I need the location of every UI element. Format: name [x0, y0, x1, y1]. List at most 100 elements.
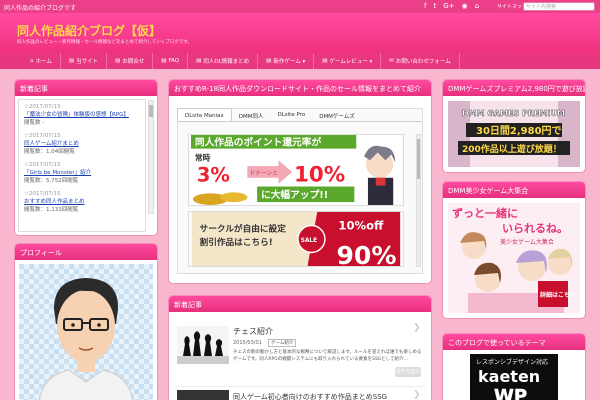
dmm-brand: DMM GAMES PREMIUM — [462, 109, 565, 118]
chevron-right-icon: ❯ — [413, 323, 421, 333]
site-tagline: 同人作品の紹介ブログです — [4, 5, 77, 12]
promo-tabs: DLsite Maniax DMM同人 DLsite Pro DMMゲームズ — [177, 108, 421, 122]
banner1-new-rate: 10% — [294, 163, 345, 188]
chevron-right-icon: ❯ — [413, 390, 421, 400]
article-excerpt: チェスの駒の動かし方と基本的な戦略について解説します。ルールを覚えれば誰でも楽し… — [233, 350, 422, 362]
tab-dmm-doujin[interactable]: DMM同人 — [232, 108, 271, 121]
banner2-off: 10%off — [338, 218, 384, 232]
news-scrollbar[interactable] — [148, 100, 154, 214]
banner-text2: いられるね。 — [502, 222, 568, 235]
widget-title: このブログで使っているテーマ — [443, 334, 585, 350]
article-title[interactable]: チェス紹介 — [233, 326, 273, 337]
profile-widget: プロフィール — [15, 244, 157, 400]
site-subtitle: 同人作品のレビュー・新作情報・セール情報などをまとめて紹介していくブログです。 — [17, 40, 192, 45]
dmm-bishoujo-banner[interactable]: ずっと一緒に いられるね。 美少女ゲーム大集合 詳細はこちら — [448, 203, 580, 313]
page-icon: ▤ — [68, 58, 75, 64]
widget-title: プロフィール — [15, 244, 157, 260]
list-item[interactable]: ☆2017/07/15 「魔法少女の冒険」体験版の感想【RPG】 閲覧数 - — [19, 100, 145, 129]
google-plus-icon[interactable]: G+ — [443, 2, 454, 10]
new-articles-section: 新着記事 チェス紹介 2015/03/01 ゲーム紹介 チェスの駒の動かし方と基… — [169, 296, 431, 400]
nav-item-dl-info[interactable]: ▤ 同人DL情報まとめ — [188, 53, 259, 69]
nav-label: 新作ゲーム ▾ — [273, 59, 306, 65]
article-date: 2015/03/01 — [233, 340, 262, 346]
page-icon: ▤ — [115, 58, 121, 64]
social-icons: f t G+ ◉ ⌂ — [424, 2, 479, 10]
promo-widget: おすすめR-18同人作品ダウンロードサイト・作品のセール情報をまとめて紹介 DL… — [169, 80, 431, 283]
scrollbar-thumb[interactable] — [417, 139, 420, 179]
post-title-link[interactable]: 同人ゲーム紹介まとめ — [24, 140, 142, 148]
search-input[interactable]: サイト内検索 — [523, 2, 595, 11]
banner-text1: ずっと一緒に — [452, 206, 518, 220]
list-item[interactable]: ☆2017/07/15 同人ゲーム紹介まとめ 閲覧数：1,04回閲覧 — [19, 129, 145, 158]
page-icon: ▤ — [322, 58, 328, 64]
promo-scrollbar[interactable] — [416, 134, 421, 267]
home-icon[interactable]: ⌂ — [475, 2, 479, 10]
banner1-line2: 常時 — [195, 152, 211, 162]
nav-item-home[interactable]: ⌂ ホーム — [22, 53, 61, 69]
theme-logo1: kaeten — [478, 367, 540, 386]
widget-title: DMM美少女ゲーム大集合 — [443, 182, 585, 198]
tab-dmm-games[interactable]: DMMゲームズ — [312, 108, 362, 121]
new-posts-widget: 新着記事 ☆2017/07/15 「魔法少女の冒険」体験版の感想【RPG】 閲覧… — [15, 80, 157, 235]
nav-label: ゲームレビュー ▾ — [329, 59, 373, 65]
site-title[interactable]: 同人作品紹介ブログ【仮】 — [17, 22, 161, 39]
dmm-premium-widget: DMMゲームズプレミアム2,980円で遊び放題 DMM GAMES PREMIU… — [443, 80, 585, 172]
page-icon: ▤ — [196, 58, 202, 64]
banner1-tail: に大幅アップ!! — [261, 188, 328, 201]
banner2-line1: サークルが自由に設定 — [200, 222, 287, 234]
theme-caption: レスポンシブデザイン対応 — [476, 358, 548, 366]
read-more-button[interactable]: 続きを読む — [395, 367, 421, 377]
post-title-link[interactable]: 「Girls be Monster」紹介 — [24, 169, 142, 177]
banner2-big: 90% — [337, 241, 397, 267]
theme-widget: このブログで使っているテーマ レスポンシブデザイン対応 kaeten WP — [443, 334, 585, 400]
tab-dlsite-pro[interactable]: DLsite Pro — [270, 108, 312, 121]
tab-dlsite-maniax[interactable]: DLsite Maniax — [177, 108, 232, 121]
post-date: ☆2017/07/15 — [24, 133, 61, 139]
nav-item-about[interactable]: ▤ 当サイト — [61, 53, 108, 69]
banner1-old-rate: 3% — [197, 164, 230, 187]
dmm-line1: 30日間2,980円で — [476, 125, 562, 137]
article-card[interactable]: チェス紹介 2015/03/01 ゲーム紹介 チェスの駒の動かし方と基本的な戦略… — [175, 321, 425, 381]
main-nav: ⌂ ホーム ▤ 当サイト ▤ お問合せ ▤ FAQ ▤ 同人DL情報まとめ ▤ 新作ゲーム … — [0, 53, 600, 69]
section-title: 新着記事 — [169, 296, 431, 312]
nav-label: 同人DL情報まとめ — [203, 59, 250, 65]
post-date: ☆2017/07/15 — [24, 191, 61, 197]
post-date: ☆2017/07/15 — [24, 104, 61, 110]
home-icon: ⌂ — [30, 58, 34, 64]
post-views: 閲覧数：1,133回閲覧 — [24, 207, 79, 213]
top-bar: 同人作品の紹介ブログです f t G+ ◉ ⌂ サイトマップ サイト内検索 — [0, 0, 600, 13]
post-title-link[interactable]: おすすめ同人作品まとめ — [24, 198, 142, 206]
banner2-line2: 割引作品はこちら! — [200, 236, 273, 248]
theme-logo2: WP — [494, 386, 527, 400]
article-title[interactable]: 同人ゲーム初心者向けのおすすめ作品まとめSSG — [233, 392, 387, 400]
list-item[interactable]: ☆2017/07/15 おすすめ同人作品まとめ 閲覧数：1,133回閲覧 — [19, 187, 145, 216]
point-campaign-banner[interactable]: 同人作品のポイント還元率が 常時 3% ドドーンと 10% に大幅アップ!! — [188, 134, 404, 206]
facebook-icon[interactable]: f — [424, 2, 426, 10]
scrollbar-thumb[interactable] — [149, 105, 153, 117]
post-date: ☆2017/07/15 — [24, 162, 61, 168]
article-thumbnail — [177, 326, 229, 364]
nav-label: 当サイト — [76, 59, 99, 65]
list-item[interactable]: ☆2017/07/15 「Girls be Monster」紹介 閲覧数：5,7… — [19, 158, 145, 187]
kaeten-wp-banner[interactable]: レスポンシブデザイン対応 kaeten WP — [470, 354, 558, 400]
nav-item-faq[interactable]: ▤ FAQ — [153, 53, 189, 69]
page-icon: ▤ — [161, 58, 167, 64]
rss-icon[interactable]: ◉ — [462, 2, 468, 10]
banner-text3: 美少女ゲーム大集合 — [500, 238, 554, 246]
page-icon: ▤ — [266, 58, 272, 64]
twitter-icon[interactable]: t — [433, 2, 436, 10]
nav-item-new-games[interactable]: ▤ 新作ゲーム ▾ — [258, 53, 315, 69]
article-category-badge[interactable]: ゲーム紹介 — [268, 339, 297, 347]
sale-banner[interactable]: サークルが自由に設定 割引作品はこちら! SALE 10%off 90% — [188, 211, 404, 267]
widget-title: おすすめR-18同人作品ダウンロードサイト・作品のセール情報をまとめて紹介 — [169, 80, 431, 96]
dmm-line2: 200作品以上遊び放題！ — [462, 143, 562, 155]
dmm-bishoujo-widget: DMM美少女ゲーム大集合 ずっと一緒に いられるね。 美少女ゲーム大集合 詳細は… — [443, 182, 585, 318]
post-views: 閲覧数：5,752回閲覧 — [24, 178, 79, 184]
banner2-sale-badge: SALE — [301, 238, 317, 244]
post-title-link[interactable]: 「魔法少女の冒険」体験版の感想【RPG】 — [24, 111, 142, 119]
nav-item-inquiry[interactable]: ▤ お問合せ — [107, 53, 154, 69]
dmm-premium-banner[interactable]: DMM GAMES PREMIUM 30日間2,980円で 200作品以上遊び放… — [448, 101, 580, 167]
article-card[interactable]: 同人ゲーム初心者向けのおすすめ作品まとめSSG ❯ — [175, 390, 425, 400]
nav-item-reviews[interactable]: ▤ ゲームレビュー ▾ — [314, 53, 382, 69]
nav-item-contact-form[interactable]: ✉ お問い合わせフォーム — [381, 53, 460, 69]
